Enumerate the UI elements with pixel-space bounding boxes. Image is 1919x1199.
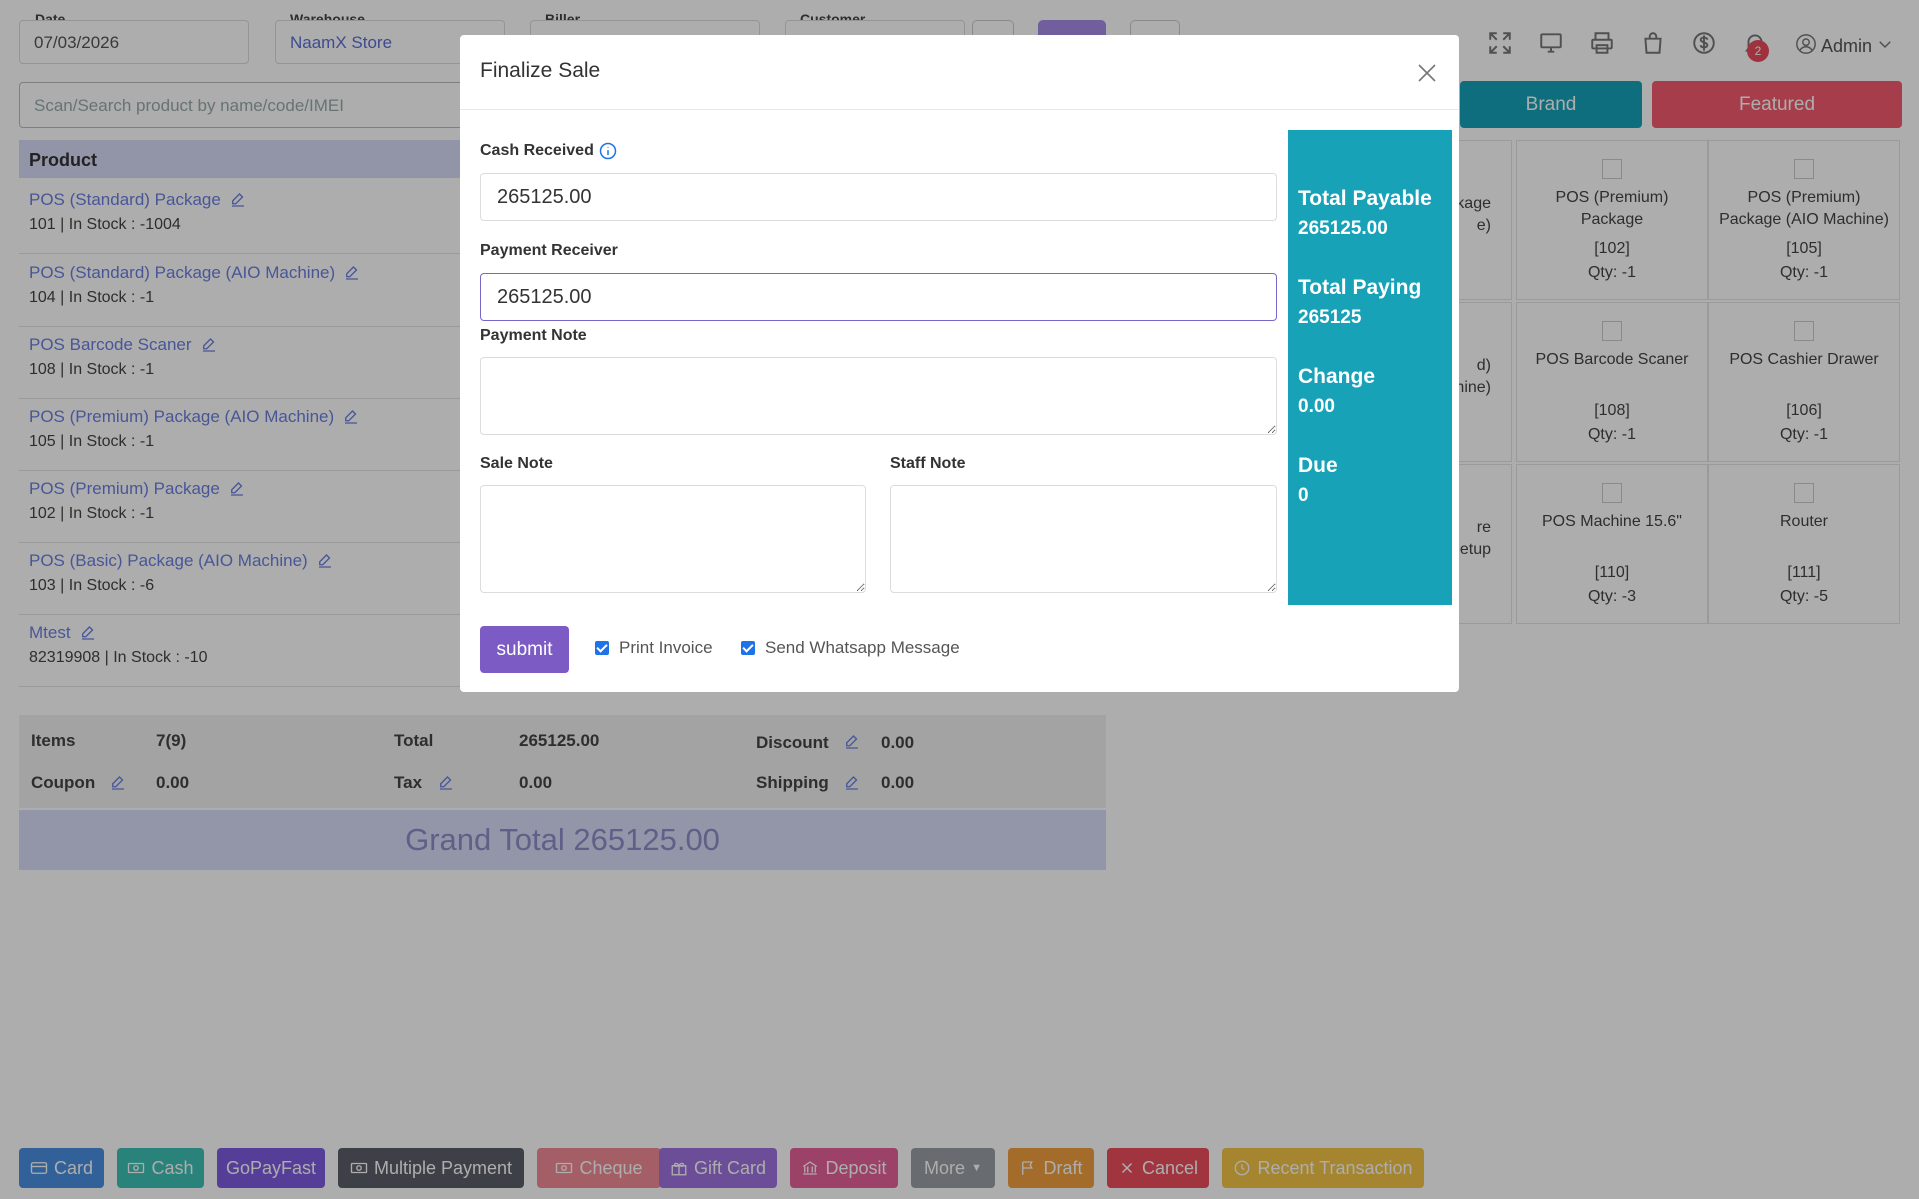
modal-divider	[460, 109, 1459, 110]
staff-note-textarea[interactable]	[890, 485, 1277, 593]
sale-note-textarea[interactable]	[480, 485, 866, 593]
checkbox-checked-icon[interactable]	[595, 641, 609, 655]
payment-note-label: Payment Note	[480, 327, 587, 344]
submit-button[interactable]: submit	[480, 626, 569, 673]
change-value: 0.00	[1298, 396, 1335, 417]
due-label: Due	[1298, 454, 1338, 477]
send-whatsapp-checkbox[interactable]: Send Whatsapp Message	[741, 638, 960, 658]
send-whatsapp-label: Send Whatsapp Message	[765, 638, 960, 657]
payment-summary-panel: Total Payable 265125.00 Total Paying 265…	[1288, 130, 1452, 605]
print-invoice-checkbox[interactable]: Print Invoice	[595, 638, 713, 658]
total-payable-label: Total Payable	[1298, 187, 1432, 210]
payment-receiver-input[interactable]	[480, 273, 1277, 321]
modal-title: Finalize Sale	[480, 59, 601, 82]
cash-received-input[interactable]	[480, 173, 1277, 221]
info-icon[interactable]	[598, 141, 618, 161]
print-invoice-label: Print Invoice	[619, 638, 713, 657]
total-payable-value: 265125.00	[1298, 218, 1388, 239]
due-value: 0	[1298, 485, 1309, 506]
payment-receiver-label: Payment Receiver	[480, 242, 618, 259]
payment-note-textarea[interactable]	[480, 357, 1277, 435]
cash-received-text: Cash Received	[480, 142, 594, 159]
total-paying-value: 265125	[1298, 307, 1362, 328]
change-label: Change	[1298, 365, 1376, 388]
finalize-sale-modal: Finalize Sale Cash Received Payment Rece…	[460, 35, 1459, 692]
staff-note-label: Staff Note	[890, 455, 966, 472]
sale-note-label: Sale Note	[480, 455, 553, 472]
total-paying-label: Total Paying	[1298, 276, 1422, 299]
checkbox-checked-icon[interactable]	[741, 641, 755, 655]
cash-received-label: Cash Received	[480, 141, 618, 161]
close-icon[interactable]	[1415, 61, 1439, 85]
